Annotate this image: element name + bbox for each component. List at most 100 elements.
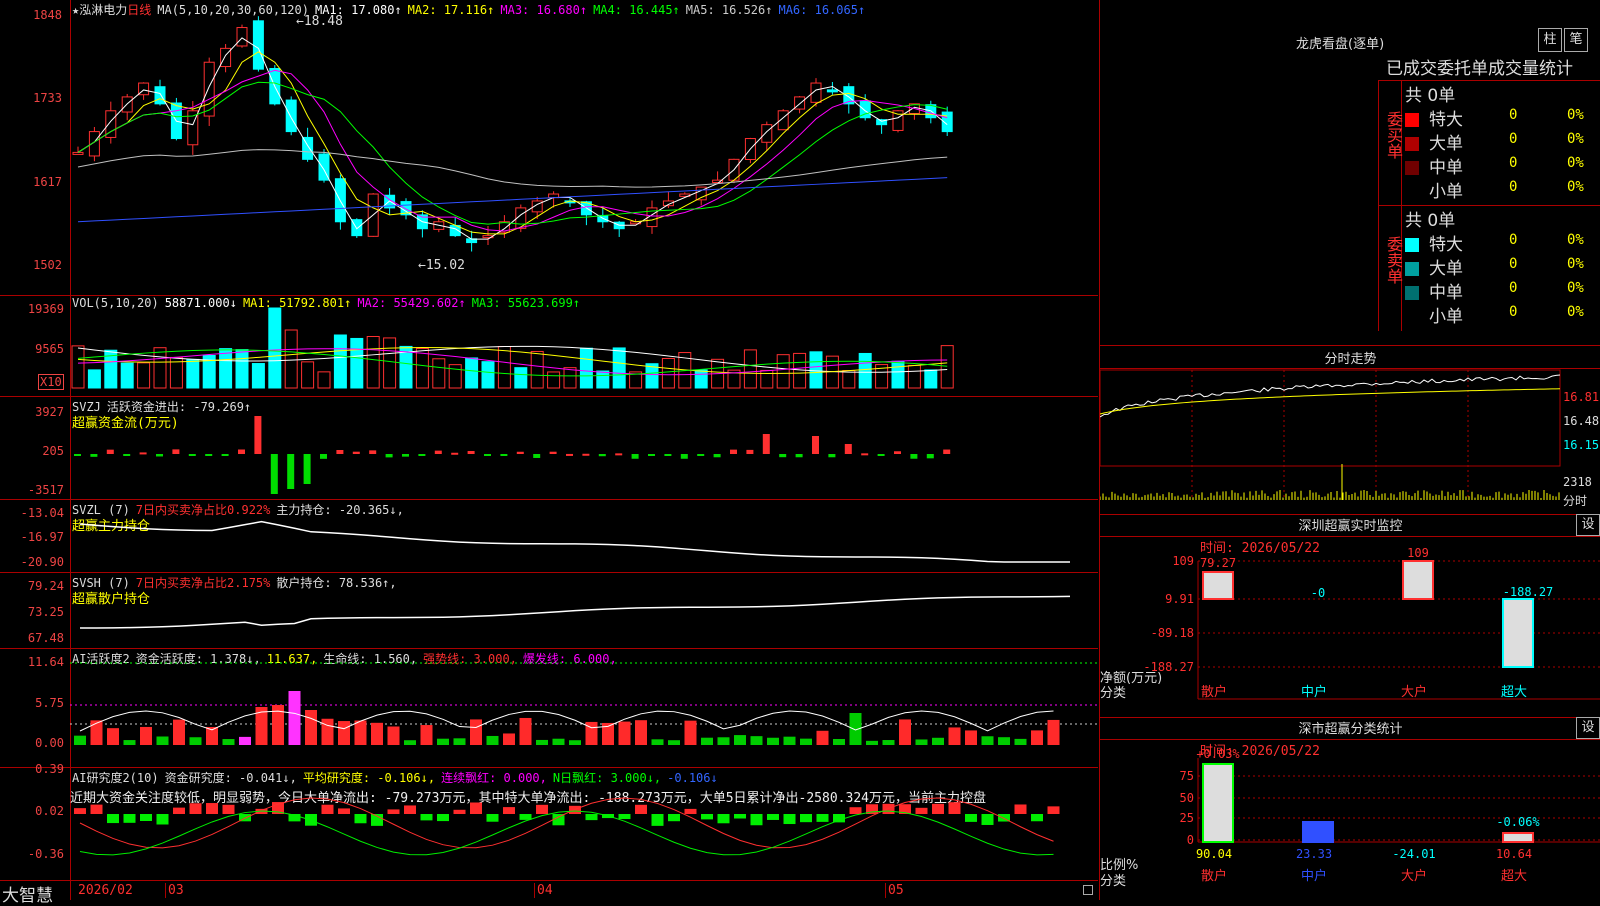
volume-bar <box>137 362 151 389</box>
research-bar <box>189 803 202 814</box>
research-bar <box>536 804 548 814</box>
research-bar <box>453 809 466 814</box>
cls-category: 超大 <box>1501 869 1527 884</box>
sz-category: 中户 <box>1301 684 1327 700</box>
flow-bar <box>631 454 639 459</box>
activity-bar <box>173 719 185 745</box>
volume-bar <box>366 336 380 389</box>
flow-bar <box>188 454 196 456</box>
lock-icon[interactable] <box>1083 885 1093 895</box>
svzj-chart <box>74 416 951 494</box>
activity-bar <box>74 735 86 745</box>
svsh-panel[interactable]: SVSH (7) 7日内买卖净占比2.175% 散户持仓: 78.536↑, 超赢散… <box>0 573 1098 649</box>
volume-bar <box>333 334 347 389</box>
order-size-label: 中单 <box>1429 158 1463 178</box>
svzj-panel[interactable]: SVZJ 活跃资金进出: -79.269↑ 超赢资金流(万元) 3927 205 … <box>0 397 1098 500</box>
time-label: 05 <box>885 883 904 898</box>
research-bar <box>915 807 928 814</box>
flow-bar <box>402 454 409 457</box>
sz-monitor-box[interactable]: 深圳超赢实时监控 设 时间: 2026/05/22 109 9.91 -89.18-… <box>1100 514 1600 718</box>
activity-bar <box>486 735 499 745</box>
bar-view-button[interactable]: 柱 <box>1538 28 1562 52</box>
intraday-ytick: 16.15 <box>1563 438 1600 452</box>
ai-activity-panel[interactable]: AI活跃度2 资金活跃度: 1.378↓, 11.637, 生命线: 1.560, 强势… <box>0 649 1098 768</box>
sz-bar <box>1202 571 1234 600</box>
activity-bar <box>618 721 631 745</box>
volume-bar <box>694 369 708 389</box>
ma-line-6 <box>77 177 948 223</box>
activity-bar <box>750 736 763 745</box>
sz-value: 109 <box>1407 546 1429 560</box>
svzl-panel[interactable]: SVZL (7) 7日内买卖净占比0.922% 主力持仓: -20.365↓, 超赢… <box>0 500 1098 573</box>
flow-bar <box>500 454 508 456</box>
cls-top-value: -0.06% <box>1496 815 1540 829</box>
research-bar <box>965 814 977 822</box>
order-size-label: 大单 <box>1429 134 1463 154</box>
flow-bar <box>615 453 623 456</box>
sell-side-cell: 委卖单 <box>1379 206 1403 331</box>
pen-view-button[interactable]: 笔 <box>1564 28 1588 52</box>
color-swatch <box>1405 310 1419 324</box>
activity-bar <box>569 740 581 745</box>
order-pct: 0% <box>1567 256 1584 272</box>
svsh-line <box>79 595 1071 629</box>
flow-bar <box>74 454 81 456</box>
research-bar <box>338 808 350 814</box>
research-bar <box>668 814 680 822</box>
research-bar <box>156 814 169 825</box>
sz-category: 散户 <box>1201 684 1227 700</box>
volume-panel[interactable]: VOL(5,10,20) 58871.000↓ MA1: 51792.801↑ MA2… <box>0 296 1098 397</box>
research-bar <box>437 814 449 822</box>
order-pct: 0% <box>1567 131 1584 147</box>
order-count: 0 <box>1509 256 1518 272</box>
flow-bar <box>451 452 459 455</box>
intraday-ytick: 16.81 <box>1563 390 1600 404</box>
order-pct: 0% <box>1567 280 1584 296</box>
intraday-frame <box>1100 369 1561 467</box>
volume-bar <box>530 350 544 389</box>
flow-bar <box>533 454 541 458</box>
volume-bar <box>842 370 856 389</box>
cls-stats-box[interactable]: 深市超赢分类统计 设 时间: 2026/05/22 75 50 25 0 90.04 散户… <box>1100 717 1600 900</box>
research-bar <box>123 814 136 823</box>
volume-bar <box>907 364 921 389</box>
candle-body <box>72 151 84 155</box>
activity-bar <box>1031 730 1043 745</box>
cls-bar <box>1202 763 1234 843</box>
low-annotation: ←15.02 <box>418 258 465 273</box>
kline-panel[interactable]: ★泓淋电力日线 MA(5,10,20,30,60,120) MA1: 17.080↑… <box>0 0 1098 296</box>
flow-bar <box>697 454 705 456</box>
flow-bar <box>746 449 754 454</box>
order-count: 0 <box>1509 179 1518 195</box>
research-bar <box>833 814 845 823</box>
activity-bar <box>387 726 400 745</box>
flow-bar <box>910 454 918 459</box>
research-bar <box>90 804 103 814</box>
activity-bar <box>866 740 878 745</box>
research-bar <box>816 814 829 822</box>
research-bar <box>948 802 961 814</box>
kline-chart[interactable] <box>0 0 1098 295</box>
flow-bar <box>713 454 721 458</box>
cls-category: 中户 <box>1301 868 1327 884</box>
flow-bar <box>352 451 360 454</box>
research-bar <box>354 814 367 824</box>
activity-bar <box>470 719 482 745</box>
order-pct: 0% <box>1567 304 1584 320</box>
color-swatch <box>1405 262 1419 276</box>
flow-bar <box>877 454 885 456</box>
research-bar <box>618 814 631 820</box>
research-bar <box>222 804 235 814</box>
intraday-box[interactable]: 分时走势 16.81 16.48 16.15 2318 分时 <box>1100 346 1600 515</box>
ai-research-panel[interactable]: AI研究度2(10) 资金研究度: -0.041↓, 平均研究度: -0.106↓,… <box>0 762 1098 879</box>
candle-body <box>826 89 838 93</box>
volume-bar <box>350 337 364 389</box>
flow-bar <box>238 449 245 454</box>
sell-row-1: 大单 <box>1405 254 1463 279</box>
flow-bar <box>648 454 655 456</box>
volume-bar <box>448 364 462 389</box>
flow-bar <box>516 451 524 454</box>
flow-bar <box>172 449 180 454</box>
sz-value: -0 <box>1311 586 1325 600</box>
flow-bar <box>156 454 163 457</box>
